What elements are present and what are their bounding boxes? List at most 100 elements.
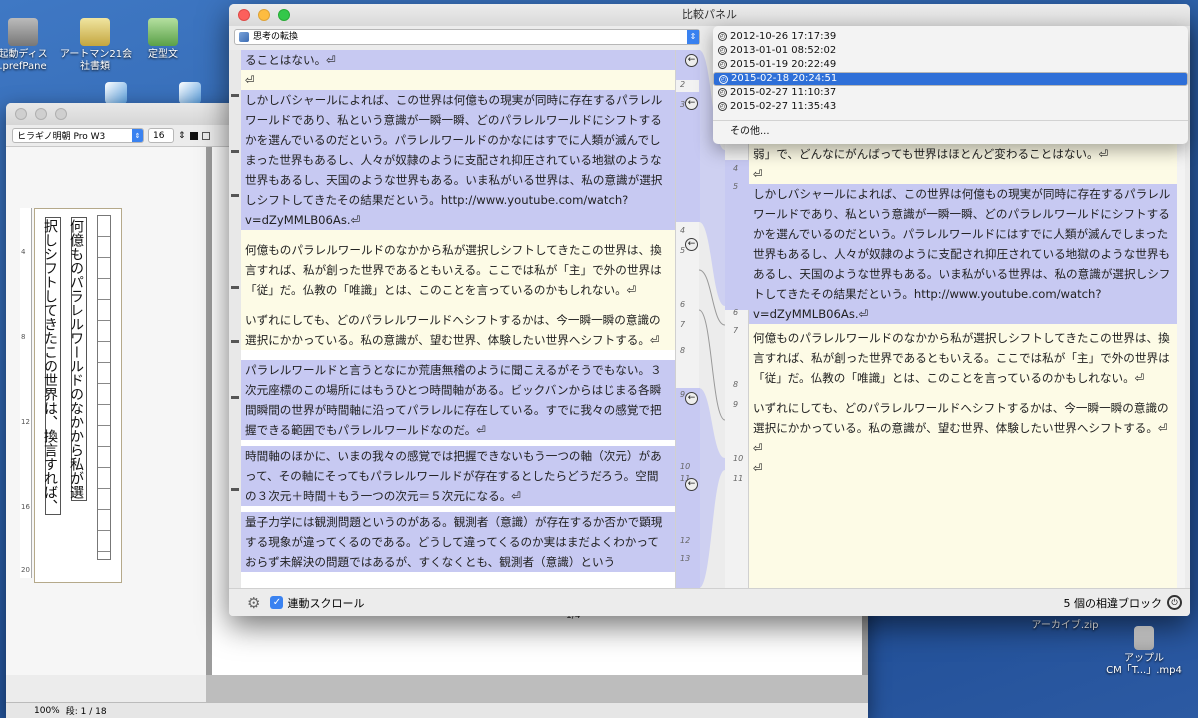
close-button[interactable] (15, 108, 27, 120)
history-item[interactable]: ◴ 2015-02-27 11:10:37 (713, 86, 1188, 100)
clock-icon: ◴ (718, 32, 727, 41)
ruler-mark: 4 (21, 248, 26, 256)
font-size: 16 (153, 130, 165, 141)
desktop-icon-teikei[interactable]: 定型文 (128, 18, 198, 61)
left-line-gutter: 2 3 4 5 6 7 8 9 10 11 12 13 ← ← ← ← ← (675, 50, 700, 588)
ruler-mark: 16 (21, 503, 30, 511)
line-number: 6 (680, 300, 686, 309)
diff-count: 5 個の相違ブロック (1063, 596, 1163, 610)
line-number: 7 (680, 320, 686, 329)
merge-arrow-icon[interactable]: ← (685, 478, 698, 491)
chevron-down-icon: ⇕ (132, 129, 143, 142)
clock-icon: ◴ (718, 46, 727, 55)
line-number: 6 (733, 308, 739, 317)
clock-icon: ◴ (718, 60, 727, 69)
history-item-label: 2015-02-27 11:35:43 (730, 101, 837, 112)
vertical-text-area[interactable]: 何億ものパラレルワールドのなかから私が選 択しシフトしてきたこの世界は、換言すれ… (34, 208, 122, 583)
text-block: 量子力学には観測問題というのがある。観測者（意識）が存在するか否かで顕現する現象… (241, 512, 675, 572)
compare-bottom-bar: ⚙ ✓ 連動スクロール 5 個の相違ブロック ⏻ (229, 588, 1190, 616)
editor-statusbar: 100% 段: 1 / 18 (6, 702, 868, 718)
font-select[interactable]: ヒラギノ明朝 Pro W3 ⇕ (12, 128, 144, 143)
font-size-select[interactable]: 16 (148, 128, 174, 143)
gear-icon[interactable]: ⚙ (247, 594, 260, 612)
left-text-pane[interactable]: ることはない。⏎ ⏎ しかしバシャールによれば、この世界は何億もの現実が同時に存… (241, 50, 675, 588)
line-number: 4 (733, 164, 739, 173)
text-block: 時間軸のほかに、いまの我々の感覚では把握できないもう一つの軸（次元）があって、そ… (241, 446, 675, 506)
zoom-button[interactable] (55, 108, 67, 120)
menu-separator (713, 120, 1188, 121)
folder-icon (80, 18, 110, 46)
vertical-ruler: 4 8 12 16 20 (20, 208, 32, 578)
app-icon (105, 82, 127, 104)
vertical-text-line: 択しシフトしてきたこの世界は、換言すれば、 (42, 217, 61, 515)
paragraph-indicator: 段: 1 / 18 (65, 707, 107, 717)
stepper-icon[interactable]: ⇕ (178, 131, 186, 141)
zoom-button[interactable] (278, 9, 290, 21)
editor-scroll-area[interactable] (206, 675, 868, 702)
history-item-label: 2012-10-26 17:17:39 (730, 31, 837, 42)
close-button[interactable] (238, 9, 250, 21)
movie-file-icon (1134, 626, 1154, 650)
merge-arrow-icon[interactable]: ← (685, 238, 698, 251)
history-item-selected[interactable]: ◴ 2015-02-18 20:24:51 (713, 72, 1188, 86)
sync-scroll-checkbox[interactable]: ✓ (270, 596, 284, 609)
line-number: 10 (733, 454, 744, 463)
minimize-button[interactable] (35, 108, 47, 120)
text-block: ⏎ (749, 164, 1177, 184)
text-block: ⏎ (749, 438, 1177, 458)
left-overview-marks (229, 50, 241, 588)
ruler-mark: 12 (21, 418, 30, 426)
history-item[interactable]: ◴ 2013-01-01 08:52:02 (713, 44, 1188, 58)
desktop-icon-label: 定型文 (148, 49, 178, 60)
text-block: ⏎ (749, 458, 1177, 588)
app-icon (179, 82, 201, 104)
history-item[interactable]: ◴ 2015-01-19 20:22:49 (713, 58, 1188, 72)
desktop-icon-label: アップル CM「T...」.mp4 (1106, 653, 1182, 676)
ruler-mark: 20 (21, 566, 30, 574)
line-number: 8 (680, 346, 686, 355)
desktop-icon-archive[interactable]: アーカイブ.zip (1020, 620, 1110, 632)
history-item[interactable]: ◴ 2012-10-26 17:17:39 (713, 30, 1188, 44)
folder-icon (148, 18, 178, 46)
desktop-icon-label: 起動ディス .prefPane (0, 49, 48, 72)
text-block: 何億ものパラレルワールドのなかから私が選択しシフトしてきたこの世界は、換言すれば… (749, 324, 1177, 388)
compare-titlebar: 比較パネル (229, 4, 1190, 26)
line-number: 9 (733, 400, 739, 409)
history-item[interactable]: ◴ 2015-02-27 11:35:43 (713, 100, 1188, 114)
line-number: 12 (680, 536, 691, 545)
vertical-text-line: 何億ものパラレルワールドのなかから私が選 (68, 217, 87, 501)
line-number: 5 (733, 182, 739, 191)
line-number: 10 (680, 462, 691, 471)
desktop-icon-atman[interactable]: アートマン21会 社書類 (60, 18, 132, 73)
history-dropdown: ◴ 2012-10-26 17:17:39 ◴ 2013-01-01 08:52:0… (713, 26, 1188, 144)
left-document-name: 思考の転換 (253, 32, 299, 42)
color-swatch[interactable] (189, 131, 198, 140)
history-item-label: 2015-02-18 20:24:51 (731, 73, 838, 84)
clock-icon: ◴ (718, 102, 727, 111)
text-block: いずれにしても、どのパラレルワールドへシフトするかは、今一瞬一瞬の意識の選択にか… (749, 388, 1177, 438)
desktop-icon-label: アーカイブ.zip (1031, 620, 1099, 631)
text-block: しかしバシャールによれば、この世界は何億もの現実が同時に存在するパラレルワールド… (241, 90, 675, 230)
merge-arrow-icon[interactable]: ← (685, 54, 698, 67)
line-number: 8 (733, 380, 739, 389)
history-other-item[interactable]: その他... (713, 125, 1188, 139)
history-other-label: その他... (730, 126, 770, 137)
minimize-button[interactable] (258, 9, 270, 21)
ruler-mark: 8 (21, 333, 26, 341)
zoom-level[interactable]: 100% (34, 706, 60, 716)
color-swatch[interactable] (201, 131, 210, 140)
sync-scroll-label[interactable]: 連動スクロール (287, 595, 364, 611)
text-block: いずれにしても、どのパラレルワールドへシフトするかは、今一瞬一瞬の意識の選択にか… (241, 300, 675, 350)
right-text-pane[interactable]: 弱」で、どんなにがんばっても世界はほとんど変わることはない。⏎ ⏎ しかしバシャ… (749, 144, 1177, 588)
power-icon[interactable]: ⏻ (1167, 595, 1182, 610)
left-document-select[interactable]: 思考の転換 ⇕ (234, 29, 700, 45)
font-name: ヒラギノ明朝 Pro W3 (17, 132, 106, 142)
merge-arrow-icon[interactable]: ← (685, 392, 698, 405)
right-scrollbar[interactable] (1177, 144, 1185, 588)
window-title: 比較パネル (682, 8, 737, 21)
desktop-icon-mp4[interactable]: アップル CM「T...」.mp4 (1104, 626, 1184, 677)
desktop-icon-prefpane[interactable]: 起動ディス .prefPane (0, 18, 58, 73)
text-block: ることはない。⏎ (241, 50, 675, 70)
text-block: 何億ものパラレルワールドのなかから私が選択しシフトしてきたこの世界は、換言すれば… (241, 230, 675, 300)
merge-arrow-icon[interactable]: ← (685, 97, 698, 110)
